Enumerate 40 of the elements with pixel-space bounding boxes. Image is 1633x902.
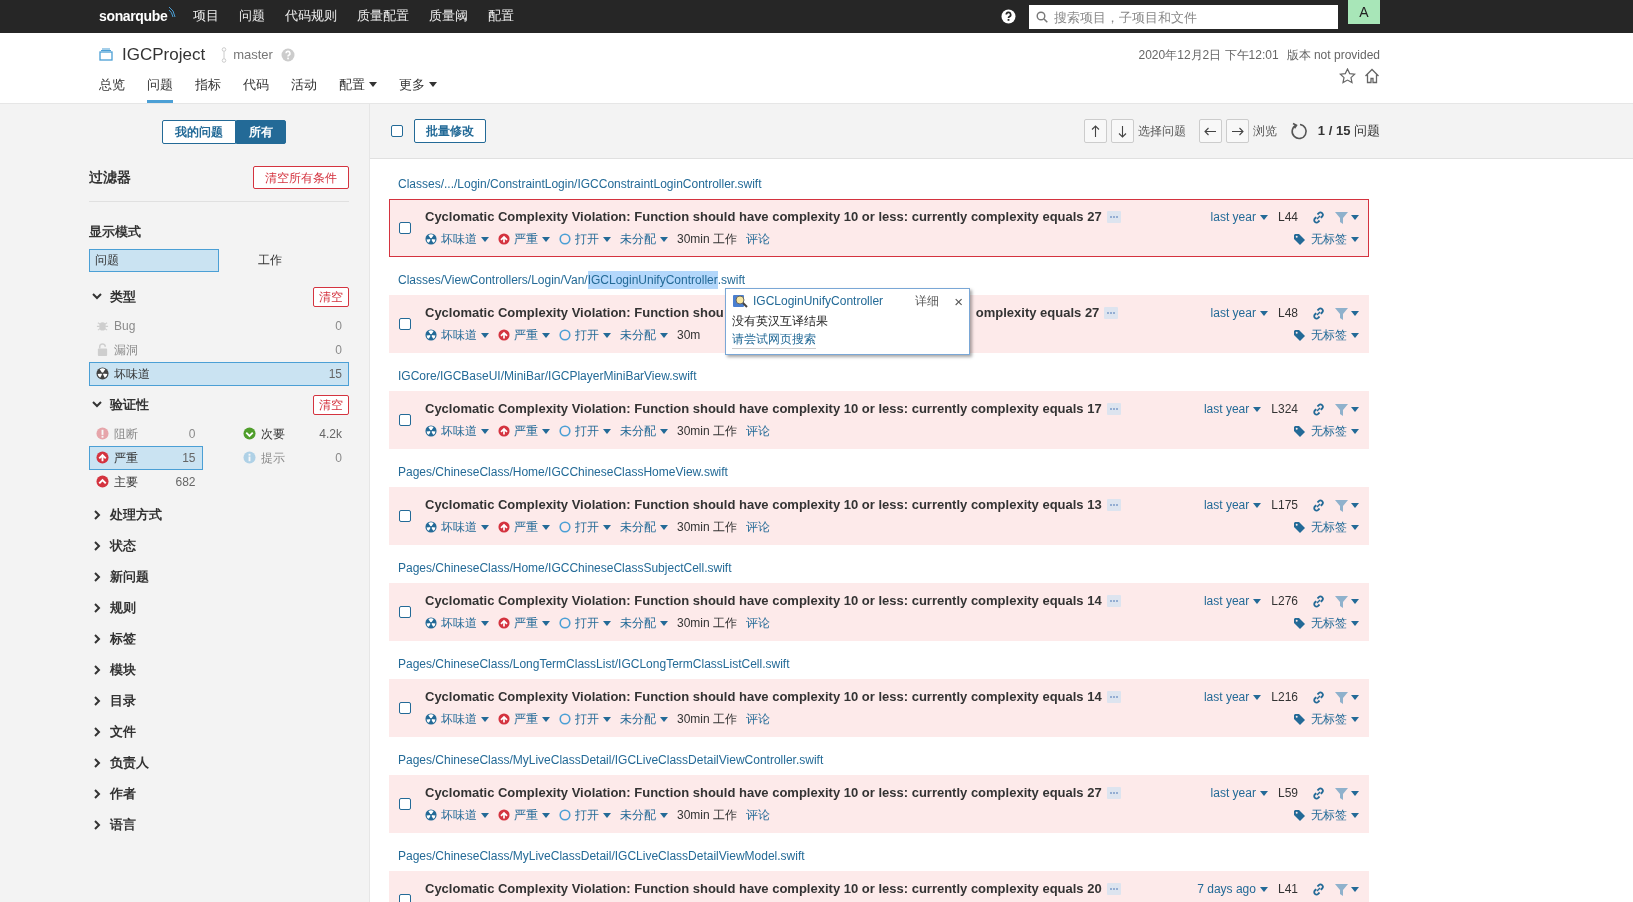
facet-count: 0 — [335, 341, 342, 359]
facet-label: 主要 — [114, 473, 139, 491]
line-number: L59 — [1277, 785, 1298, 802]
facet-label: 漏洞 — [114, 341, 139, 359]
facet-count: 15 — [182, 449, 196, 467]
facet-label: 提示 — [260, 449, 286, 467]
line-number: L44 — [1277, 209, 1298, 226]
issue-counter: 1 / 15 问题 — [1317, 122, 1380, 141]
facet-count: 0 — [188, 425, 196, 443]
facet-count: 15 — [328, 365, 342, 383]
facet-count: 682 — [175, 473, 196, 491]
facet-label: 严重 — [114, 449, 139, 467]
dictionary-message: 没有英汉互译结果 — [732, 313, 829, 330]
effort-text: 30min 工作 — [677, 807, 738, 824]
effort-text: 30min 工作 — [677, 519, 738, 536]
line-number: L216 — [1271, 689, 1298, 706]
line-number: L324 — [1271, 401, 1298, 418]
effort-text: 30min 工作 — [677, 231, 738, 248]
effort-text: 30min 工作 — [677, 615, 738, 632]
facet-label: 阻断 — [114, 425, 139, 443]
section-heading: 显示模式 — [89, 223, 142, 241]
version-text: 版本 not provided — [1286, 46, 1380, 64]
facet-count: 4.2k — [319, 425, 342, 443]
branch-name: master — [233, 46, 273, 64]
shortcut-hint: 选择问题 — [1137, 123, 1186, 140]
line-number: L175 — [1271, 497, 1298, 514]
effort-text: 30m — [677, 327, 701, 344]
line-number: L48 — [1277, 305, 1298, 322]
line-number: L41 — [1277, 881, 1298, 898]
facet-label: 坏味道 — [114, 365, 151, 383]
line-number: L276 — [1271, 593, 1298, 610]
effort-text: 30min 工作 — [677, 423, 738, 440]
analysis-date: 2020年12月2日 下午12:01 — [1138, 46, 1279, 64]
facet-label: 次要 — [260, 425, 286, 443]
effort-text: 30min 工作 — [677, 711, 738, 728]
filters-heading: 过滤器 — [89, 168, 131, 187]
facet-label: Bug — [114, 317, 137, 335]
facet-count: 0 — [335, 317, 342, 335]
facet-count: 0 — [335, 449, 342, 467]
shortcut-hint: 浏览 — [1252, 123, 1277, 140]
